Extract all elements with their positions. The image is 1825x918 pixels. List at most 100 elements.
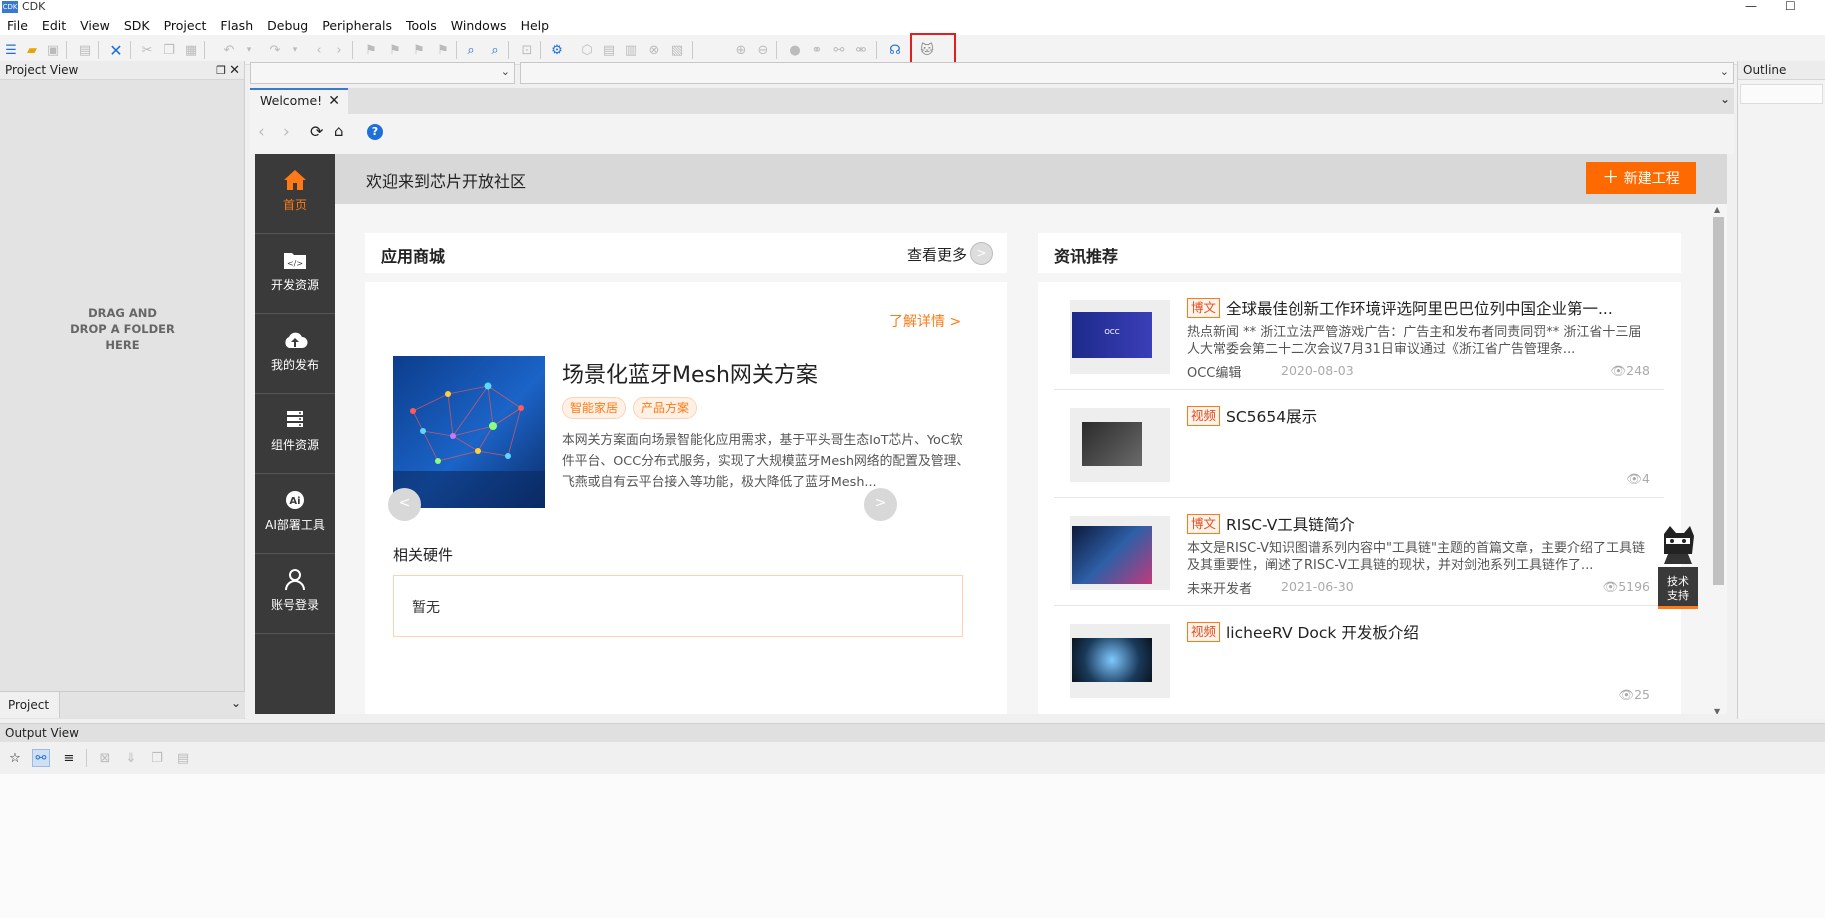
unlink-icon[interactable]: ⚮: [852, 41, 870, 59]
scrollbar-thumb[interactable]: [1713, 217, 1724, 585]
menu-tools[interactable]: Tools: [399, 18, 444, 33]
tab-list-icon[interactable]: ⌄: [1720, 92, 1730, 106]
chevron-down-icon[interactable]: ⌄: [231, 696, 241, 710]
paste-icon[interactable]: ▦: [182, 41, 200, 59]
copy-icon[interactable]: ❐: [160, 41, 178, 59]
symbol-combo[interactable]: ⌄: [520, 62, 1734, 84]
menu-flash[interactable]: Flash: [213, 18, 260, 33]
menu-file[interactable]: File: [0, 18, 35, 33]
news-item[interactable]: 博文 RISC-V工具链简介 本文是RISC-V知识图谱系列内容中"工具链"主题…: [1054, 498, 1664, 606]
open-folder-icon[interactable]: ▰: [23, 41, 41, 59]
zoom-in-icon[interactable]: ⊕: [732, 41, 750, 59]
page-scrollbar[interactable]: ▲ ▼: [1712, 205, 1725, 714]
star-icon[interactable]: ☆: [6, 749, 24, 767]
menu-view[interactable]: View: [73, 18, 117, 33]
scroll-down-icon[interactable]: ▼: [1714, 707, 1720, 714]
undo-icon[interactable]: ↶: [220, 41, 238, 59]
carousel-next-button[interactable]: >: [864, 488, 897, 521]
news-item-title[interactable]: 全球最佳创新工作环境评选阿里巴巴位列中国企业第一...: [1226, 297, 1646, 319]
new-file-icon[interactable]: ☰: [2, 41, 20, 59]
sidenav-components[interactable]: 组件资源: [255, 394, 335, 474]
news-item-title[interactable]: RISC-V工具链简介: [1226, 513, 1646, 535]
menu-peripherals[interactable]: Peripherals: [315, 18, 399, 33]
product-title[interactable]: 场景化蓝牙Mesh网关方案: [562, 357, 818, 389]
menu-project[interactable]: Project: [157, 18, 214, 33]
news-item[interactable]: OCC 博文 全球最佳创新工作环境评选阿里巴巴位列中国企业第一... 热点新闻 …: [1054, 282, 1664, 390]
scroll-up-icon[interactable]: ▲: [1714, 205, 1720, 214]
sidenav-login[interactable]: 账号登录: [255, 554, 335, 634]
news-item-title[interactable]: SC5654展示: [1226, 405, 1646, 427]
minimize-icon[interactable]: —: [1745, 0, 1757, 12]
help-icon[interactable]: ?: [367, 124, 383, 140]
project-tab[interactable]: Project: [0, 692, 60, 718]
link-output-icon[interactable]: ⚯: [32, 749, 50, 767]
tag-smart-home[interactable]: 智能家居: [562, 397, 627, 419]
close-panel-icon[interactable]: ✕: [229, 61, 240, 80]
zoom-icon[interactable]: ⊡: [518, 41, 536, 59]
news-item[interactable]: 视频 SC5654展示 👁4: [1054, 390, 1664, 498]
see-more-arrow-icon[interactable]: >: [970, 242, 993, 265]
forward-icon[interactable]: ›: [283, 122, 290, 142]
redo-dropdown-icon[interactable]: ▾: [286, 41, 304, 59]
menu-sdk[interactable]: SDK: [117, 18, 157, 33]
learn-more-link[interactable]: 了解详情 >: [889, 311, 961, 331]
news-item-title[interactable]: licheeRV Dock 开发板介绍: [1226, 621, 1646, 643]
save-all-icon[interactable]: ▣: [44, 41, 62, 59]
clean-icon[interactable]: ▧: [668, 41, 686, 59]
bookmark-next-icon[interactable]: ⚑: [410, 41, 428, 59]
window-title: CDK: [22, 0, 46, 13]
menu-edit[interactable]: Edit: [35, 18, 73, 33]
rebuild-icon[interactable]: ▤: [600, 41, 618, 59]
home-icon[interactable]: ⌂: [334, 122, 344, 140]
clear-output-icon[interactable]: ⊠: [96, 749, 114, 767]
debug-icon[interactable]: ●: [786, 41, 804, 59]
bookmark-prev-icon[interactable]: ⚑: [386, 41, 404, 59]
package-icon[interactable]: ⬡: [578, 41, 596, 59]
close-icon[interactable]: ✕: [107, 41, 125, 60]
paste-output-icon[interactable]: ▤: [174, 749, 192, 767]
side-nav: 首页 </> 开发资源 我的发布 组件资源 Ai AI部署工具 账号登录: [255, 154, 335, 714]
maximize-icon[interactable]: ☐: [1785, 0, 1796, 12]
build-icon[interactable]: ⚙: [548, 41, 566, 59]
menu-debug[interactable]: Debug: [260, 18, 315, 33]
tab-welcome[interactable]: Welcome! ✕: [250, 88, 348, 114]
refresh-icon[interactable]: ⟳: [310, 122, 323, 141]
connect-icon[interactable]: ⚭: [808, 41, 826, 59]
zoom-out-icon[interactable]: ⊖: [754, 41, 772, 59]
new-project-button[interactable]: ＋ 新建工程: [1586, 162, 1696, 194]
back-icon[interactable]: ‹: [258, 122, 265, 142]
back-icon[interactable]: ‹: [310, 41, 328, 59]
tech-support-widget[interactable]: 技术支持: [1658, 524, 1698, 609]
float-icon[interactable]: ❐: [216, 61, 226, 80]
headset-icon[interactable]: ☊: [886, 41, 904, 59]
menu-windows[interactable]: Windows: [444, 18, 514, 33]
see-more-link[interactable]: 查看更多: [907, 244, 967, 265]
save-output-icon[interactable]: ⇓: [122, 749, 140, 767]
menu-help[interactable]: Help: [514, 18, 557, 33]
tag-product-solution[interactable]: 产品方案: [633, 397, 698, 419]
close-tab-icon[interactable]: ✕: [328, 90, 340, 112]
outline-filter[interactable]: [1740, 84, 1823, 104]
forward-icon[interactable]: ›: [330, 41, 348, 59]
sidenav-ai-tools[interactable]: Ai AI部署工具: [255, 474, 335, 554]
sidenav-dev-resources[interactable]: </> 开发资源: [255, 234, 335, 314]
save-icon[interactable]: ▤: [76, 41, 94, 59]
batch-build-icon[interactable]: ▥: [622, 41, 640, 59]
output-console[interactable]: [0, 774, 1825, 918]
bookmark-icon[interactable]: ⚑: [362, 41, 380, 59]
copy-output-icon[interactable]: ❐: [148, 749, 166, 767]
scope-combo[interactable]: ⌄: [250, 62, 515, 84]
cut-icon[interactable]: ✂: [138, 41, 156, 59]
wrap-lines-icon[interactable]: ≡: [60, 749, 78, 767]
bookmark-clear-icon[interactable]: ⚑: [434, 41, 452, 59]
sidenav-my-releases[interactable]: 我的发布: [255, 314, 335, 394]
undo-dropdown-icon[interactable]: ▾: [240, 41, 258, 59]
news-item[interactable]: 视频 licheeRV Dock 开发板介绍 👁25: [1054, 606, 1664, 714]
find-in-files-icon[interactable]: ⌕: [486, 41, 504, 59]
carousel-prev-button[interactable]: <: [388, 488, 421, 521]
stop-build-icon[interactable]: ⊗: [645, 41, 663, 59]
find-icon[interactable]: ⌕: [462, 41, 480, 59]
redo-icon[interactable]: ↷: [266, 41, 284, 59]
link-icon[interactable]: ⚯: [830, 41, 848, 59]
sidenav-home[interactable]: 首页: [255, 154, 335, 234]
